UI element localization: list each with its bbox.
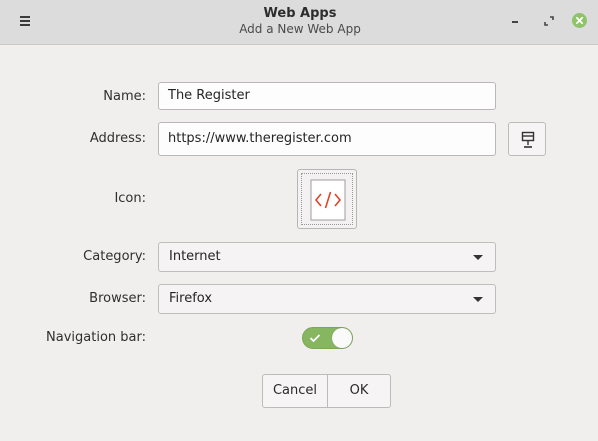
address-label: Address: — [89, 131, 146, 146]
category-dropdown[interactable]: Internet — [158, 242, 496, 272]
download-favicon-icon — [521, 131, 535, 148]
browser-value: Firefox — [169, 291, 213, 306]
chevron-down-icon — [473, 255, 483, 260]
window-title: Web Apps — [263, 6, 337, 21]
category-value: Internet — [169, 249, 221, 264]
restore-icon[interactable] — [541, 13, 557, 29]
ok-button[interactable]: OK — [327, 374, 391, 408]
icon-label: Icon: — [114, 191, 146, 206]
chevron-down-icon — [473, 297, 483, 302]
dialog-buttons: Cancel OK — [262, 374, 391, 408]
name-field[interactable]: The Register — [158, 82, 496, 110]
category-label: Category: — [83, 249, 146, 264]
window-subtitle: Add a New Web App — [239, 22, 361, 36]
browser-dropdown[interactable]: Firefox — [158, 284, 496, 314]
icon-picker-button[interactable] — [297, 169, 357, 229]
name-value: The Register — [168, 88, 250, 103]
checkmark-icon — [309, 334, 321, 343]
minimize-icon[interactable] — [508, 13, 524, 29]
name-label: Name: — [103, 89, 146, 104]
title-bar: Web Apps Add a New Web App — [0, 0, 598, 45]
address-value: https://www.theregister.com — [168, 131, 352, 146]
close-icon[interactable] — [572, 13, 587, 28]
code-file-icon — [310, 179, 346, 221]
toggle-knob — [332, 328, 352, 348]
address-field[interactable]: https://www.theregister.com — [158, 122, 496, 156]
browser-label: Browser: — [89, 291, 146, 306]
fetch-favicon-button[interactable] — [508, 122, 546, 156]
web-apps-window: Web Apps Add a New Web App Name: The Reg… — [0, 0, 598, 441]
hamburger-menu-icon[interactable] — [17, 14, 35, 28]
cancel-button[interactable]: Cancel — [262, 374, 328, 408]
navigation-bar-label: Navigation bar: — [46, 330, 146, 345]
navigation-bar-toggle[interactable] — [302, 327, 353, 349]
title-area: Web Apps Add a New Web App — [150, 6, 450, 37]
icon-picker-frame — [301, 173, 353, 225]
